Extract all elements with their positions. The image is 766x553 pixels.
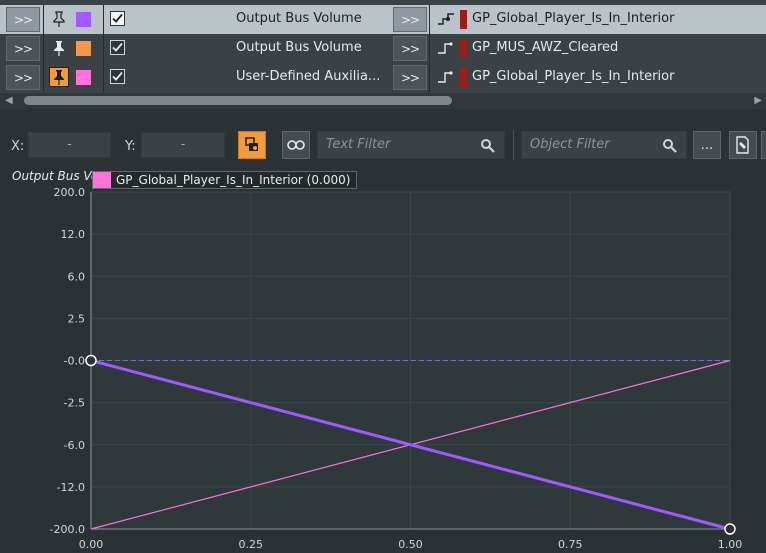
legend-swatch	[93, 172, 111, 188]
object-filter-placeholder: Object Filter	[530, 137, 610, 152]
state-icon	[437, 12, 455, 27]
x-tick-label: 1.00	[718, 538, 743, 551]
more-button[interactable]: ...	[693, 131, 721, 159]
property-name: User-Defined Auxilia...	[236, 69, 381, 84]
state-name: GP_Global_Player_Is_In_Interior	[472, 69, 675, 84]
state-color-bar	[460, 68, 467, 87]
expand-button[interactable]: >>	[6, 65, 40, 90]
y-label: Y:	[125, 139, 136, 154]
expand-button[interactable]: >>	[6, 7, 40, 32]
layers-icon	[245, 137, 258, 151]
y-tick-label: -0.0	[64, 355, 85, 368]
state-color-bar	[460, 10, 467, 29]
property-rows: >> Output Bus Volume >> GP_Global_Player…	[0, 0, 766, 93]
scroll-thumb[interactable]	[24, 96, 452, 105]
link-button[interactable]	[282, 131, 310, 159]
scroll-right-icon[interactable]: ▶	[754, 95, 762, 106]
enabled-checkbox[interactable]	[110, 40, 125, 55]
state-icon	[437, 41, 455, 56]
property-row[interactable]: >> Output Bus Volume >> GP_Global_Player…	[0, 5, 766, 34]
property-row[interactable]: >> Output Bus Volume >> GP_MUS_AWZ_Clear…	[0, 34, 766, 63]
toolbar-overflow[interactable]	[761, 131, 766, 159]
x-tick-label: 0.50	[398, 538, 423, 551]
enabled-checkbox[interactable]	[110, 69, 125, 84]
search-icon	[663, 139, 677, 153]
edit-icon	[736, 136, 749, 154]
color-swatch[interactable]	[76, 41, 91, 56]
property-row[interactable]: >> User-Defined Auxilia... >> GP_Global_…	[0, 63, 766, 92]
y-tick-label: -6.0	[64, 439, 85, 452]
edit-button[interactable]	[729, 131, 757, 159]
x-tick-label: 0.75	[558, 538, 583, 551]
property-name: Output Bus Volume	[236, 11, 362, 26]
horizontal-scrollbar[interactable]: ◀ ▶	[0, 93, 766, 109]
curve-control-point	[85, 354, 97, 367]
y-tick-label: 6.0	[68, 270, 86, 283]
state-color-bar	[460, 39, 467, 58]
state-name: GP_MUS_AWZ_Cleared	[472, 40, 619, 55]
chart-legend: GP_Global_Player_Is_In_Interior (0.000)	[92, 171, 358, 189]
y-tick-label: -2.5	[64, 397, 85, 410]
state-name: GP_Global_Player_Is_In_Interior	[472, 11, 675, 26]
text-filter-input[interactable]: Text Filter	[317, 131, 505, 159]
x-tick-label: 0.00	[79, 538, 104, 551]
x-label: X:	[11, 139, 25, 154]
color-swatch[interactable]	[76, 12, 91, 27]
curve-chart: 200.0 12.0 6.0 2.5 -0.0 -2.5 -6.0 -12.0 -200.0 0.…	[0, 169, 766, 553]
pin-icon[interactable]	[51, 40, 67, 56]
y-axis-title: Output Bus Vo	[12, 169, 92, 183]
curve-shape-button[interactable]	[238, 131, 266, 159]
pin-icon[interactable]	[51, 11, 67, 27]
enabled-checkbox[interactable]	[110, 11, 125, 26]
state-group-button[interactable]: >>	[393, 7, 427, 32]
state-icon	[437, 70, 455, 85]
curve-control-point	[724, 523, 736, 535]
y-tick-label: -200.0	[50, 523, 85, 536]
y-tick-label: -12.0	[57, 481, 85, 494]
curve-toolbar: X: - Y: - Text Filter Object Filter ...	[0, 110, 766, 170]
x-value-field[interactable]: -	[28, 132, 111, 158]
pin-icon[interactable]	[49, 67, 69, 87]
y-tick-label: 12.0	[61, 228, 86, 241]
state-group-button[interactable]: >>	[393, 65, 427, 90]
y-value-field[interactable]: -	[141, 132, 225, 158]
property-name: Output Bus Volume	[236, 40, 362, 55]
text-filter-placeholder: Text Filter	[326, 137, 391, 152]
object-filter-input[interactable]: Object Filter	[521, 131, 687, 159]
scroll-left-icon[interactable]: ◀	[5, 95, 13, 106]
y-tick-label: 200.0	[54, 186, 86, 199]
search-icon	[481, 139, 495, 153]
x-tick-label: 0.25	[239, 538, 264, 551]
link-icon	[287, 140, 305, 150]
state-group-button[interactable]: >>	[393, 36, 427, 61]
expand-button[interactable]: >>	[6, 36, 40, 61]
legend-label: GP_Global_Player_Is_In_Interior (0.000)	[116, 173, 351, 187]
chart-canvas[interactable]: 200.0 12.0 6.0 2.5 -0.0 -2.5 -6.0 -12.0 -200.0 0.…	[0, 170, 766, 553]
color-swatch[interactable]	[76, 70, 91, 85]
y-tick-label: 2.5	[68, 312, 86, 325]
